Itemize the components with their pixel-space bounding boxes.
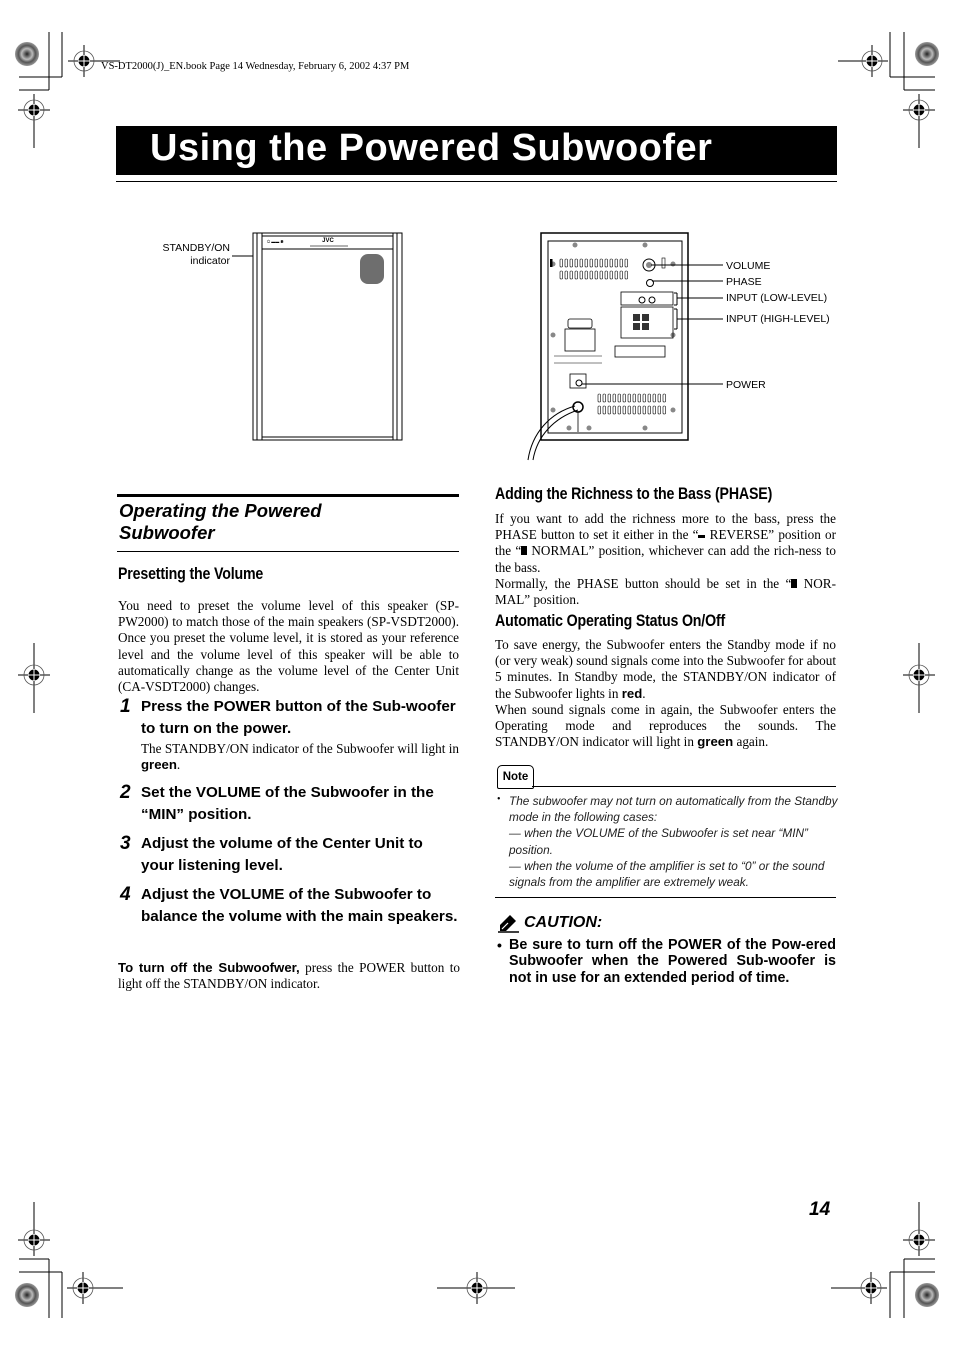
color-rosette-icon bbox=[915, 42, 939, 66]
volume-label: VOLUME bbox=[726, 260, 771, 272]
note-badge-text: Note bbox=[502, 771, 529, 783]
color-rosette-icon bbox=[15, 1283, 39, 1307]
svg-text:⏻ ▬▬ ◉: ⏻ ▬▬ ◉ bbox=[267, 239, 284, 244]
detail-text: . bbox=[176, 757, 181, 773]
registration-mark-icon bbox=[902, 643, 936, 713]
registration-mark-icon bbox=[17, 643, 51, 713]
note-body: The subwoofer may not turn on automatica… bbox=[509, 793, 839, 890]
page-number: 14 bbox=[809, 1199, 831, 1220]
note-line: — when the volume of the amplifier is se… bbox=[509, 858, 825, 890]
crop-mark-bottom-right bbox=[889, 1258, 939, 1318]
crop-mark-top-right bbox=[889, 32, 939, 91]
registration-mark-icon bbox=[902, 1202, 936, 1257]
note-line: — when the VOLUME of the Subwoofer is se… bbox=[509, 826, 808, 857]
presetting-body: You need to preset the volume level of t… bbox=[118, 598, 459, 695]
text: When sound signals come in again, the Su… bbox=[495, 701, 836, 750]
subwoofer-rear-illustration bbox=[527, 232, 723, 461]
phase-label: PHASE bbox=[726, 276, 762, 288]
note-badge: Note bbox=[497, 765, 534, 789]
section-divider bbox=[117, 551, 459, 552]
note-line: The subwoofer may not turn on automatica… bbox=[509, 794, 838, 825]
input-high-level-label: INPUT (HIGH-LEVEL) bbox=[726, 313, 830, 325]
detail-bold: green bbox=[141, 757, 177, 773]
speaker-grille-icon bbox=[360, 254, 384, 284]
caution-body: Be sure to turn off the POWER of the Pow… bbox=[509, 937, 836, 986]
section-heading: Operating the Powered Subwoofer bbox=[119, 500, 459, 544]
registration-mark-icon bbox=[66, 1271, 123, 1305]
note-rule-top bbox=[532, 786, 836, 787]
turn-off-instructions: To turn off the Subwoofwer, press the PO… bbox=[118, 960, 460, 992]
presetting-heading: Presetting the Volume bbox=[118, 565, 264, 583]
step-number: 4 bbox=[120, 884, 131, 905]
input-low-level-label: INPUT (LOW-LEVEL) bbox=[726, 292, 828, 304]
crop-mark-top-left bbox=[15, 32, 63, 91]
subwoofer-front-illustration: ⏻ ▬▬ ◉ JVC bbox=[232, 232, 403, 441]
red-bold: red bbox=[621, 685, 643, 701]
note-bullet: • bbox=[497, 794, 501, 805]
auto-status-heading: Automatic Operating Status On/Off bbox=[495, 612, 726, 630]
registration-mark-icon bbox=[902, 93, 936, 148]
title-divider bbox=[116, 181, 837, 182]
color-rosette-icon bbox=[915, 1283, 939, 1307]
step-text: Adjust the VOLUME of the Subwoofer to ba… bbox=[141, 886, 458, 925]
section-divider bbox=[117, 494, 459, 497]
caution-bullet: • bbox=[497, 937, 502, 953]
step-detail: The STANDBY/ON indicator of the Subwoofe… bbox=[141, 741, 459, 773]
step-number: 3 bbox=[120, 833, 131, 854]
text: NORMAL” position, whichever can add the … bbox=[495, 543, 836, 575]
power-label: POWER bbox=[726, 379, 766, 391]
heading-line: Operating the Powered bbox=[119, 500, 322, 521]
text: . bbox=[642, 685, 646, 701]
phase-paragraph-2: Normally, the PHASE button should be set… bbox=[495, 576, 836, 608]
auto-status-body: To save energy, the Subwoofer enters the… bbox=[495, 637, 836, 750]
auto-paragraph-1: To save energy, the Subwoofer enters the… bbox=[495, 637, 836, 702]
crop-mark-bottom-left bbox=[15, 1258, 63, 1318]
step-number: 1 bbox=[120, 696, 131, 717]
page-title: Using the Powered Subwoofer bbox=[150, 127, 713, 169]
step-text: Adjust the volume of the Center Unit to … bbox=[141, 835, 423, 874]
standby-indicator-label: STANDBY/ON indicator bbox=[158, 242, 230, 268]
caution-title: CAUTION: bbox=[524, 914, 603, 931]
detail-text: The STANDBY/ON indicator of the Subwoofe… bbox=[141, 741, 459, 756]
label-line: STANDBY/ON bbox=[162, 242, 230, 254]
label-line: indicator bbox=[190, 255, 230, 267]
turn-off-bold: To turn off the Subwoofwer, bbox=[118, 960, 300, 975]
phase-heading: Adding the Richness to the Bass (PHASE) bbox=[495, 485, 773, 503]
step-text: Set the VOLUME of the Subwoofer in the “… bbox=[141, 784, 434, 823]
text: Normally, the PHASE button should be set… bbox=[495, 575, 792, 591]
color-rosette-icon bbox=[15, 42, 39, 66]
phase-paragraph-1: If you want to add the richness more to … bbox=[495, 511, 836, 576]
registration-mark-icon bbox=[437, 1271, 515, 1305]
caution-pencil-icon bbox=[498, 915, 519, 933]
auto-paragraph-2: When sound signals come in again, the Su… bbox=[495, 702, 836, 751]
registration-mark-icon bbox=[17, 1202, 51, 1257]
heading-line: Subwoofer bbox=[119, 522, 215, 543]
text: again. bbox=[733, 734, 769, 750]
step-text: Press the POWER button of the Sub-woofer… bbox=[141, 698, 456, 737]
note-rule-bottom bbox=[495, 897, 836, 898]
registration-mark-icon bbox=[831, 1271, 888, 1305]
green-bold: green bbox=[697, 734, 734, 750]
step-number: 2 bbox=[120, 782, 131, 803]
registration-mark-icon bbox=[838, 44, 889, 78]
text: To save energy, the Subwoofer enters the… bbox=[495, 637, 836, 701]
file-info-line: VS-DT2000(J)_EN.book Page 14 Wednesday, … bbox=[101, 61, 410, 72]
registration-mark-icon bbox=[17, 93, 51, 148]
phase-body: If you want to add the richness more to … bbox=[495, 511, 836, 608]
brand-logo: JVC bbox=[322, 238, 334, 244]
